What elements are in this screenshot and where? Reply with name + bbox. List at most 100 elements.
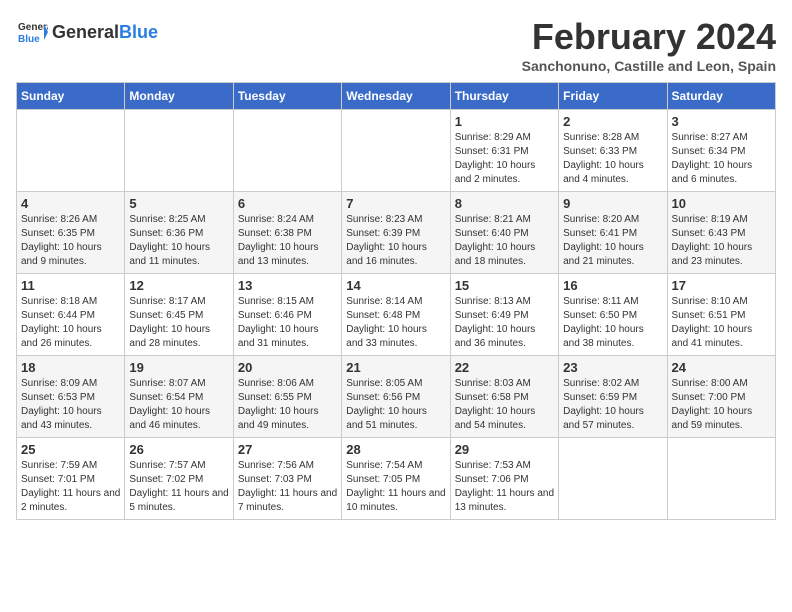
day-info: Sunrise: 8:10 AM Sunset: 6:51 PM Dayligh… [672, 295, 771, 351]
day-info: Sunrise: 8:26 AM Sunset: 6:35 PM Dayligh… [21, 213, 120, 269]
day-number: 13 [238, 278, 337, 293]
day-number: 15 [455, 278, 554, 293]
day-info: Sunrise: 8:19 AM Sunset: 6:43 PM Dayligh… [672, 213, 771, 269]
calendar-cell [667, 438, 775, 520]
day-number: 26 [129, 442, 228, 457]
calendar-cell: 13 Sunrise: 8:15 AM Sunset: 6:46 PM Dayli… [233, 274, 341, 356]
calendar-cell: 7 Sunrise: 8:23 AM Sunset: 6:39 PM Daylig… [342, 192, 450, 274]
header-sunday: Sunday [17, 83, 125, 110]
day-info: Sunrise: 8:15 AM Sunset: 6:46 PM Dayligh… [238, 295, 337, 351]
day-info: Sunrise: 8:05 AM Sunset: 6:56 PM Dayligh… [346, 377, 445, 433]
day-info: Sunrise: 7:54 AM Sunset: 7:05 PM Dayligh… [346, 459, 445, 515]
day-info: Sunrise: 8:07 AM Sunset: 6:54 PM Dayligh… [129, 377, 228, 433]
calendar-cell [125, 110, 233, 192]
page-header: General Blue GeneralBlue February 2024 S… [16, 16, 776, 74]
calendar-cell: 18 Sunrise: 8:09 AM Sunset: 6:53 PM Dayli… [17, 356, 125, 438]
day-number: 1 [455, 114, 554, 129]
day-number: 25 [21, 442, 120, 457]
day-number: 10 [672, 196, 771, 211]
calendar-cell: 24Sunrise: 8:00 AM Sunset: 7:00 PM Dayli… [667, 356, 775, 438]
location-subtitle: Sanchonuno, Castille and Leon, Spain [522, 58, 776, 74]
day-info: Sunrise: 7:56 AM Sunset: 7:03 PM Dayligh… [238, 459, 337, 515]
day-number: 19 [129, 360, 228, 375]
calendar-cell: 27 Sunrise: 7:56 AM Sunset: 7:03 PM Dayli… [233, 438, 341, 520]
calendar-cell: 23Sunrise: 8:02 AM Sunset: 6:59 PM Dayli… [559, 356, 667, 438]
day-number: 14 [346, 278, 445, 293]
calendar-cell: 1 Sunrise: 8:29 AM Sunset: 6:31 PM Daylig… [450, 110, 558, 192]
day-number: 9 [563, 196, 662, 211]
day-info: Sunrise: 8:20 AM Sunset: 6:41 PM Dayligh… [563, 213, 662, 269]
day-info: Sunrise: 8:09 AM Sunset: 6:53 PM Dayligh… [21, 377, 120, 433]
day-number: 29 [455, 442, 554, 457]
day-info: Sunrise: 8:21 AM Sunset: 6:40 PM Dayligh… [455, 213, 554, 269]
calendar-cell: 10 Sunrise: 8:19 AM Sunset: 6:43 PM Dayli… [667, 192, 775, 274]
svg-text:General: General [18, 22, 48, 33]
day-number: 2 [563, 114, 662, 129]
calendar-week-4: 18 Sunrise: 8:09 AM Sunset: 6:53 PM Dayli… [17, 356, 776, 438]
day-info: Sunrise: 7:59 AM Sunset: 7:01 PM Dayligh… [21, 459, 120, 515]
calendar-cell: 12 Sunrise: 8:17 AM Sunset: 6:45 PM Dayli… [125, 274, 233, 356]
calendar-cell: 15 Sunrise: 8:13 AM Sunset: 6:49 PM Dayli… [450, 274, 558, 356]
calendar-week-5: 25 Sunrise: 7:59 AM Sunset: 7:01 PM Dayli… [17, 438, 776, 520]
day-info: Sunrise: 8:23 AM Sunset: 6:39 PM Dayligh… [346, 213, 445, 269]
header-friday: Friday [559, 83, 667, 110]
calendar-cell: 5 Sunrise: 8:25 AM Sunset: 6:36 PM Daylig… [125, 192, 233, 274]
calendar-cell: 21 Sunrise: 8:05 AM Sunset: 6:56 PM Dayli… [342, 356, 450, 438]
day-info: Sunrise: 8:13 AM Sunset: 6:49 PM Dayligh… [455, 295, 554, 351]
day-number: 7 [346, 196, 445, 211]
day-number: 5 [129, 196, 228, 211]
calendar-cell: 11Sunrise: 8:18 AM Sunset: 6:44 PM Dayli… [17, 274, 125, 356]
day-number: 17 [672, 278, 771, 293]
calendar-cell: 19 Sunrise: 8:07 AM Sunset: 6:54 PM Dayli… [125, 356, 233, 438]
day-number: 4 [21, 196, 120, 211]
calendar-cell: 4 Sunrise: 8:26 AM Sunset: 6:35 PM Daylig… [17, 192, 125, 274]
calendar-table: SundayMondayTuesdayWednesdayThursdayFrid… [16, 82, 776, 520]
day-info: Sunrise: 8:28 AM Sunset: 6:33 PM Dayligh… [563, 131, 662, 187]
day-info: Sunrise: 8:00 AM Sunset: 7:00 PM Dayligh… [672, 377, 771, 433]
day-number: 22 [455, 360, 554, 375]
day-number: 6 [238, 196, 337, 211]
logo-blue-text: Blue [119, 22, 158, 42]
header-tuesday: Tuesday [233, 83, 341, 110]
day-info: Sunrise: 8:06 AM Sunset: 6:55 PM Dayligh… [238, 377, 337, 433]
day-number: 8 [455, 196, 554, 211]
day-info: Sunrise: 8:17 AM Sunset: 6:45 PM Dayligh… [129, 295, 228, 351]
day-number: 18 [21, 360, 120, 375]
calendar-cell: 17 Sunrise: 8:10 AM Sunset: 6:51 PM Dayli… [667, 274, 775, 356]
calendar-header-row: SundayMondayTuesdayWednesdayThursdayFrid… [17, 83, 776, 110]
day-info: Sunrise: 8:25 AM Sunset: 6:36 PM Dayligh… [129, 213, 228, 269]
day-number: 27 [238, 442, 337, 457]
day-number: 20 [238, 360, 337, 375]
title-block: February 2024 Sanchonuno, Castille and L… [522, 16, 776, 74]
day-info: Sunrise: 8:14 AM Sunset: 6:48 PM Dayligh… [346, 295, 445, 351]
calendar-cell: 29Sunrise: 7:53 AM Sunset: 7:06 PM Dayli… [450, 438, 558, 520]
calendar-week-1: 1 Sunrise: 8:29 AM Sunset: 6:31 PM Daylig… [17, 110, 776, 192]
calendar-cell: 9 Sunrise: 8:20 AM Sunset: 6:41 PM Daylig… [559, 192, 667, 274]
logo: General Blue GeneralBlue [16, 16, 158, 48]
calendar-week-2: 4 Sunrise: 8:26 AM Sunset: 6:35 PM Daylig… [17, 192, 776, 274]
calendar-cell: 2 Sunrise: 8:28 AM Sunset: 6:33 PM Daylig… [559, 110, 667, 192]
calendar-cell: 6Sunrise: 8:24 AM Sunset: 6:38 PM Daylig… [233, 192, 341, 274]
day-number: 28 [346, 442, 445, 457]
calendar-cell: 8 Sunrise: 8:21 AM Sunset: 6:40 PM Daylig… [450, 192, 558, 274]
calendar-cell: 26 Sunrise: 7:57 AM Sunset: 7:02 PM Dayli… [125, 438, 233, 520]
calendar-cell [342, 110, 450, 192]
day-info: Sunrise: 8:27 AM Sunset: 6:34 PM Dayligh… [672, 131, 771, 187]
calendar-cell: 20 Sunrise: 8:06 AM Sunset: 6:55 PM Dayli… [233, 356, 341, 438]
header-wednesday: Wednesday [342, 83, 450, 110]
day-number: 12 [129, 278, 228, 293]
day-number: 11 [21, 278, 120, 293]
day-info: Sunrise: 7:57 AM Sunset: 7:02 PM Dayligh… [129, 459, 228, 515]
day-info: Sunrise: 8:11 AM Sunset: 6:50 PM Dayligh… [563, 295, 662, 351]
calendar-cell: 22 Sunrise: 8:03 AM Sunset: 6:58 PM Dayli… [450, 356, 558, 438]
month-title: February 2024 [522, 16, 776, 58]
calendar-cell [559, 438, 667, 520]
logo-general-text: General [52, 22, 119, 42]
day-number: 21 [346, 360, 445, 375]
calendar-cell: 25 Sunrise: 7:59 AM Sunset: 7:01 PM Dayli… [17, 438, 125, 520]
day-info: Sunrise: 8:03 AM Sunset: 6:58 PM Dayligh… [455, 377, 554, 433]
header-saturday: Saturday [667, 83, 775, 110]
calendar-week-3: 11Sunrise: 8:18 AM Sunset: 6:44 PM Dayli… [17, 274, 776, 356]
header-thursday: Thursday [450, 83, 558, 110]
day-info: Sunrise: 8:29 AM Sunset: 6:31 PM Dayligh… [455, 131, 554, 187]
